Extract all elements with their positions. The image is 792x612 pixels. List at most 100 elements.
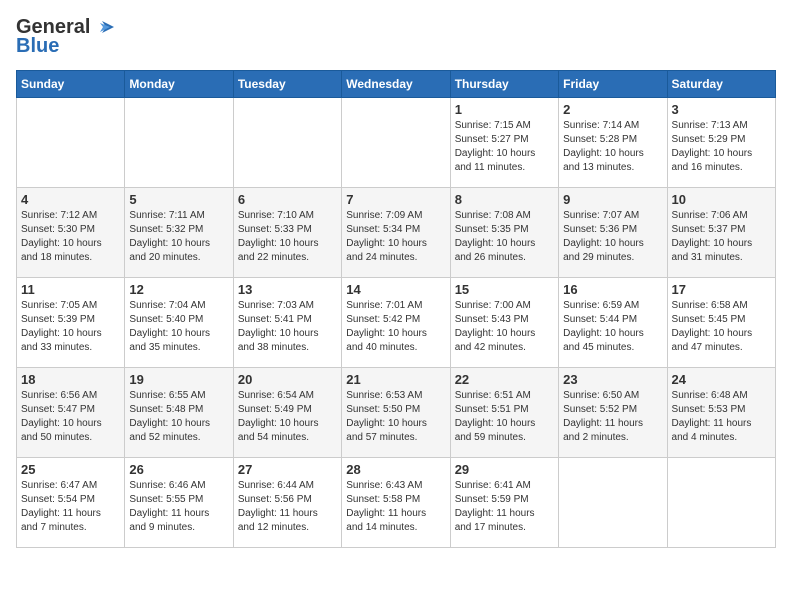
day-info: Sunrise: 6:56 AM Sunset: 5:47 PM Dayligh… bbox=[21, 389, 120, 445]
calendar-cell bbox=[342, 98, 450, 188]
calendar-cell: 18 Sunrise: 6:56 AM Sunset: 5:47 PM Dayli… bbox=[17, 368, 125, 458]
day-number: 1 bbox=[455, 102, 554, 117]
day-number: 16 bbox=[563, 282, 662, 297]
day-info: Sunrise: 7:12 AM Sunset: 5:30 PM Dayligh… bbox=[21, 209, 120, 265]
day-number: 24 bbox=[672, 372, 771, 387]
day-info: Sunrise: 6:53 AM Sunset: 5:50 PM Dayligh… bbox=[346, 389, 445, 445]
day-number: 3 bbox=[672, 102, 771, 117]
calendar-week-row: 1 Sunrise: 7:15 AM Sunset: 5:27 PM Daylig… bbox=[17, 98, 776, 188]
calendar-cell: 15Sunrise: 7:00 AM Sunset: 5:43 PM Dayli… bbox=[450, 278, 558, 368]
day-info: Sunrise: 7:15 AM Sunset: 5:27 PM Dayligh… bbox=[455, 119, 554, 175]
calendar-week-row: 4 Sunrise: 7:12 AM Sunset: 5:30 PM Daylig… bbox=[17, 188, 776, 278]
calendar-cell: 6 Sunrise: 7:10 AM Sunset: 5:33 PM Daylig… bbox=[233, 188, 341, 278]
day-number: 18 bbox=[21, 372, 120, 387]
calendar-table: SundayMondayTuesdayWednesdayThursdayFrid… bbox=[16, 70, 776, 548]
day-info: Sunrise: 6:47 AM Sunset: 5:54 PM Dayligh… bbox=[21, 479, 120, 535]
day-number: 10 bbox=[672, 192, 771, 207]
day-info: Sunrise: 6:58 AM Sunset: 5:45 PM Dayligh… bbox=[672, 299, 771, 355]
calendar-week-row: 18 Sunrise: 6:56 AM Sunset: 5:47 PM Dayli… bbox=[17, 368, 776, 458]
day-number: 4 bbox=[21, 192, 120, 207]
weekday-header-tuesday: Tuesday bbox=[233, 71, 341, 98]
calendar-cell: 3 Sunrise: 7:13 AM Sunset: 5:29 PM Daylig… bbox=[667, 98, 775, 188]
day-info: Sunrise: 7:08 AM Sunset: 5:35 PM Dayligh… bbox=[455, 209, 554, 265]
calendar-cell: 14Sunrise: 7:01 AM Sunset: 5:42 PM Dayli… bbox=[342, 278, 450, 368]
calendar-cell: 2 Sunrise: 7:14 AM Sunset: 5:28 PM Daylig… bbox=[559, 98, 667, 188]
day-number: 22 bbox=[455, 372, 554, 387]
day-info: Sunrise: 6:46 AM Sunset: 5:55 PM Dayligh… bbox=[129, 479, 228, 535]
day-number: 29 bbox=[455, 462, 554, 477]
weekday-header-thursday: Thursday bbox=[450, 71, 558, 98]
day-info: Sunrise: 7:09 AM Sunset: 5:34 PM Dayligh… bbox=[346, 209, 445, 265]
weekday-header-saturday: Saturday bbox=[667, 71, 775, 98]
calendar-cell: 21 Sunrise: 6:53 AM Sunset: 5:50 PM Dayli… bbox=[342, 368, 450, 458]
weekday-header-sunday: Sunday bbox=[17, 71, 125, 98]
day-number: 28 bbox=[346, 462, 445, 477]
calendar-cell: 26 Sunrise: 6:46 AM Sunset: 5:55 PM Dayli… bbox=[125, 458, 233, 548]
day-number: 27 bbox=[238, 462, 337, 477]
day-info: Sunrise: 7:11 AM Sunset: 5:32 PM Dayligh… bbox=[129, 209, 228, 265]
calendar-cell: 16 Sunrise: 6:59 AM Sunset: 5:44 PM Dayli… bbox=[559, 278, 667, 368]
day-info: Sunrise: 7:07 AM Sunset: 5:36 PM Dayligh… bbox=[563, 209, 662, 265]
calendar-cell: 23 Sunrise: 6:50 AM Sunset: 5:52 PM Dayli… bbox=[559, 368, 667, 458]
day-number: 15 bbox=[455, 282, 554, 297]
day-info: Sunrise: 6:43 AM Sunset: 5:58 PM Dayligh… bbox=[346, 479, 445, 535]
calendar-cell: 28 Sunrise: 6:43 AM Sunset: 5:58 PM Dayli… bbox=[342, 458, 450, 548]
day-info: Sunrise: 7:03 AM Sunset: 5:41 PM Dayligh… bbox=[238, 299, 337, 355]
day-number: 17 bbox=[672, 282, 771, 297]
calendar-cell: 20 Sunrise: 6:54 AM Sunset: 5:49 PM Dayli… bbox=[233, 368, 341, 458]
weekday-header-wednesday: Wednesday bbox=[342, 71, 450, 98]
day-info: Sunrise: 7:06 AM Sunset: 5:37 PM Dayligh… bbox=[672, 209, 771, 265]
day-number: 21 bbox=[346, 372, 445, 387]
logo-bird-icon bbox=[92, 19, 114, 37]
day-info: Sunrise: 7:13 AM Sunset: 5:29 PM Dayligh… bbox=[672, 119, 771, 175]
calendar-cell bbox=[559, 458, 667, 548]
day-number: 7 bbox=[346, 192, 445, 207]
day-info: Sunrise: 6:41 AM Sunset: 5:59 PM Dayligh… bbox=[455, 479, 554, 535]
day-number: 14 bbox=[346, 282, 445, 297]
calendar-cell: 27 Sunrise: 6:44 AM Sunset: 5:56 PM Dayli… bbox=[233, 458, 341, 548]
day-info: Sunrise: 6:55 AM Sunset: 5:48 PM Dayligh… bbox=[129, 389, 228, 445]
day-info: Sunrise: 6:51 AM Sunset: 5:51 PM Dayligh… bbox=[455, 389, 554, 445]
day-number: 19 bbox=[129, 372, 228, 387]
day-number: 23 bbox=[563, 372, 662, 387]
calendar-week-row: 25 Sunrise: 6:47 AM Sunset: 5:54 PM Dayli… bbox=[17, 458, 776, 548]
calendar-cell: 19 Sunrise: 6:55 AM Sunset: 5:48 PM Dayli… bbox=[125, 368, 233, 458]
day-number: 8 bbox=[455, 192, 554, 207]
day-number: 13 bbox=[238, 282, 337, 297]
day-number: 20 bbox=[238, 372, 337, 387]
calendar-cell bbox=[667, 458, 775, 548]
calendar-cell: 5Sunrise: 7:11 AM Sunset: 5:32 PM Daylig… bbox=[125, 188, 233, 278]
day-info: Sunrise: 6:59 AM Sunset: 5:44 PM Dayligh… bbox=[563, 299, 662, 355]
day-info: Sunrise: 7:14 AM Sunset: 5:28 PM Dayligh… bbox=[563, 119, 662, 175]
calendar-cell: 25 Sunrise: 6:47 AM Sunset: 5:54 PM Dayli… bbox=[17, 458, 125, 548]
page-header: General Blue bbox=[16, 16, 776, 58]
logo: General Blue bbox=[16, 16, 114, 58]
day-number: 25 bbox=[21, 462, 120, 477]
logo-blue-text: Blue bbox=[16, 35, 59, 58]
day-number: 11 bbox=[21, 282, 120, 297]
day-info: Sunrise: 6:50 AM Sunset: 5:52 PM Dayligh… bbox=[563, 389, 662, 445]
calendar-cell: 24 Sunrise: 6:48 AM Sunset: 5:53 PM Dayli… bbox=[667, 368, 775, 458]
calendar-cell: 9 Sunrise: 7:07 AM Sunset: 5:36 PM Daylig… bbox=[559, 188, 667, 278]
weekday-header-friday: Friday bbox=[559, 71, 667, 98]
day-info: Sunrise: 7:04 AM Sunset: 5:40 PM Dayligh… bbox=[129, 299, 228, 355]
day-number: 2 bbox=[563, 102, 662, 117]
calendar-cell: 12 Sunrise: 7:04 AM Sunset: 5:40 PM Dayli… bbox=[125, 278, 233, 368]
calendar-cell bbox=[125, 98, 233, 188]
day-number: 12 bbox=[129, 282, 228, 297]
day-number: 26 bbox=[129, 462, 228, 477]
day-info: Sunrise: 6:48 AM Sunset: 5:53 PM Dayligh… bbox=[672, 389, 771, 445]
day-info: Sunrise: 7:05 AM Sunset: 5:39 PM Dayligh… bbox=[21, 299, 120, 355]
day-info: Sunrise: 6:54 AM Sunset: 5:49 PM Dayligh… bbox=[238, 389, 337, 445]
calendar-cell bbox=[233, 98, 341, 188]
day-number: 6 bbox=[238, 192, 337, 207]
calendar-header-row: SundayMondayTuesdayWednesdayThursdayFrid… bbox=[17, 71, 776, 98]
calendar-cell: 10 Sunrise: 7:06 AM Sunset: 5:37 PM Dayli… bbox=[667, 188, 775, 278]
day-number: 9 bbox=[563, 192, 662, 207]
day-info: Sunrise: 6:44 AM Sunset: 5:56 PM Dayligh… bbox=[238, 479, 337, 535]
weekday-header-monday: Monday bbox=[125, 71, 233, 98]
calendar-week-row: 11 Sunrise: 7:05 AM Sunset: 5:39 PM Dayli… bbox=[17, 278, 776, 368]
day-info: Sunrise: 7:10 AM Sunset: 5:33 PM Dayligh… bbox=[238, 209, 337, 265]
calendar-cell: 29 Sunrise: 6:41 AM Sunset: 5:59 PM Dayli… bbox=[450, 458, 558, 548]
calendar-cell: 7 Sunrise: 7:09 AM Sunset: 5:34 PM Daylig… bbox=[342, 188, 450, 278]
